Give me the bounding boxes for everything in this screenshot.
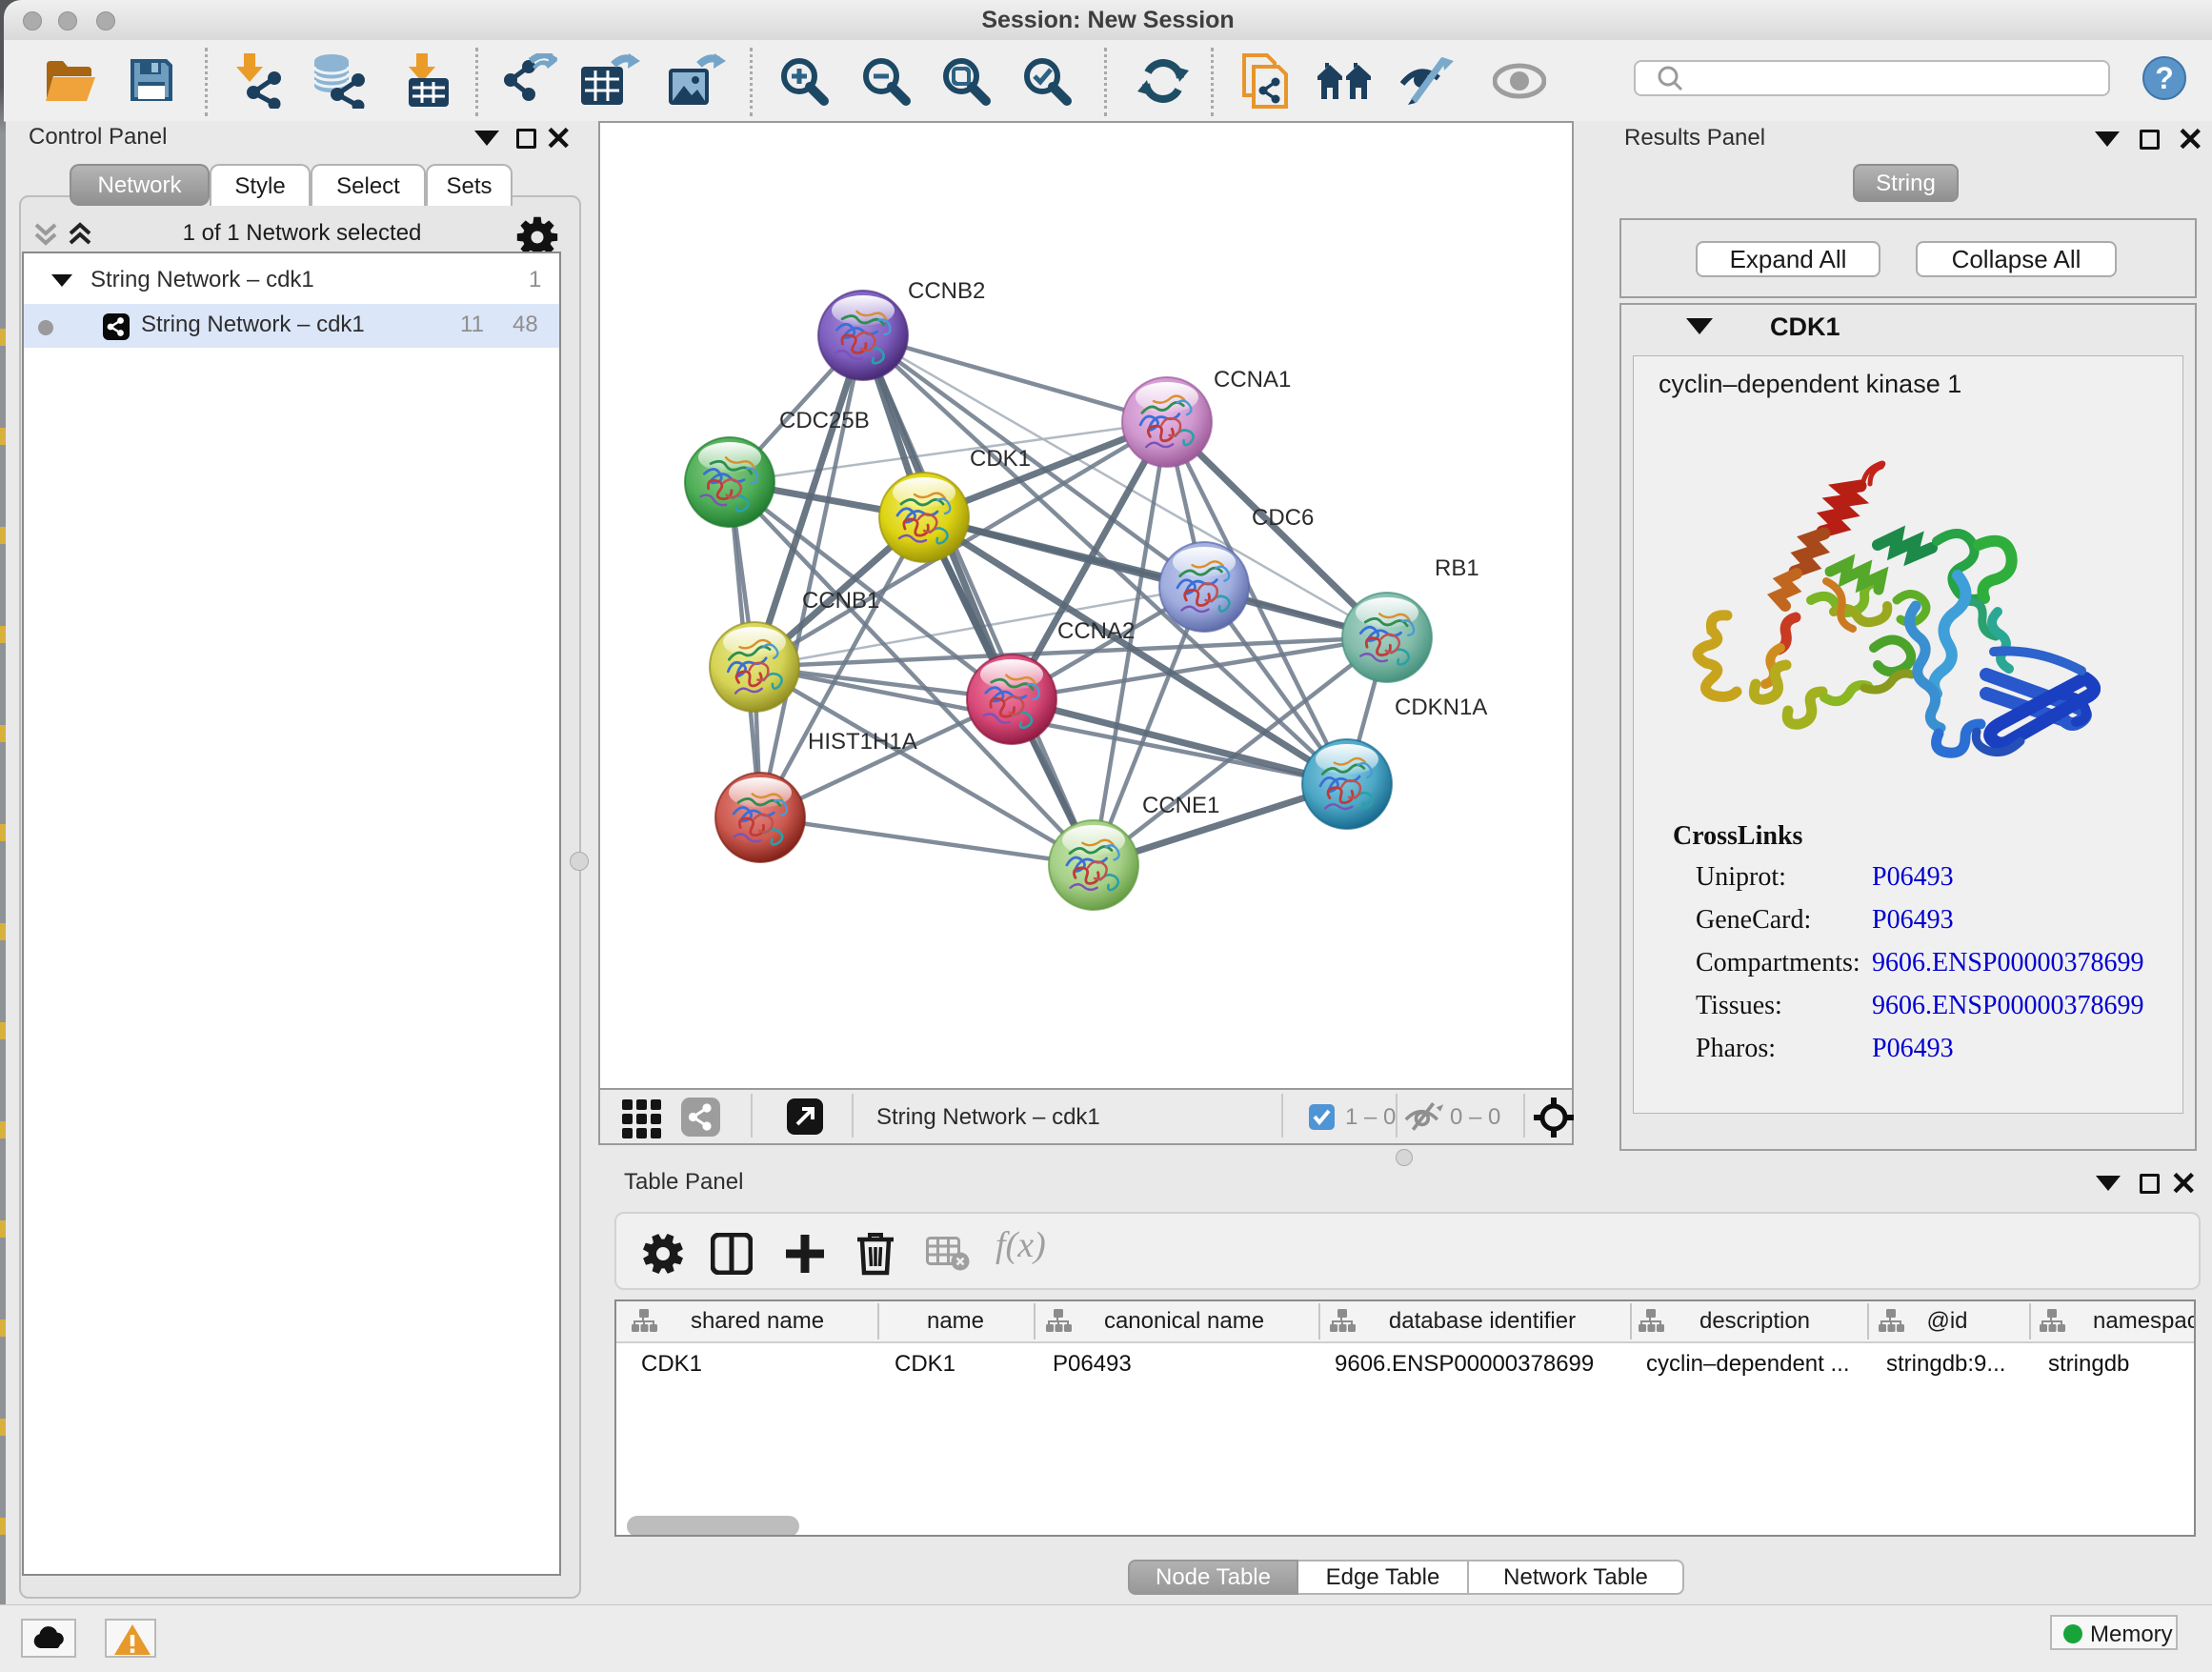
svg-text:CDK1: CDK1 — [970, 446, 1031, 472]
svg-text:CDC25B: CDC25B — [779, 408, 870, 433]
svg-text:CCNA1: CCNA1 — [1214, 367, 1291, 393]
svg-text:CCNA2: CCNA2 — [1057, 618, 1135, 644]
svg-text:CCNE1: CCNE1 — [1142, 793, 1219, 818]
svg-text:CCNB1: CCNB1 — [802, 588, 879, 614]
svg-text:CDC6: CDC6 — [1252, 505, 1314, 531]
svg-text:RB1: RB1 — [1435, 555, 1479, 581]
svg-text:?: ? — [2155, 61, 2174, 95]
svg-text:CCNB2: CCNB2 — [908, 278, 985, 304]
svg-text:HIST1H1A: HIST1H1A — [808, 729, 917, 755]
svg-text:CDKN1A: CDKN1A — [1395, 695, 1487, 720]
